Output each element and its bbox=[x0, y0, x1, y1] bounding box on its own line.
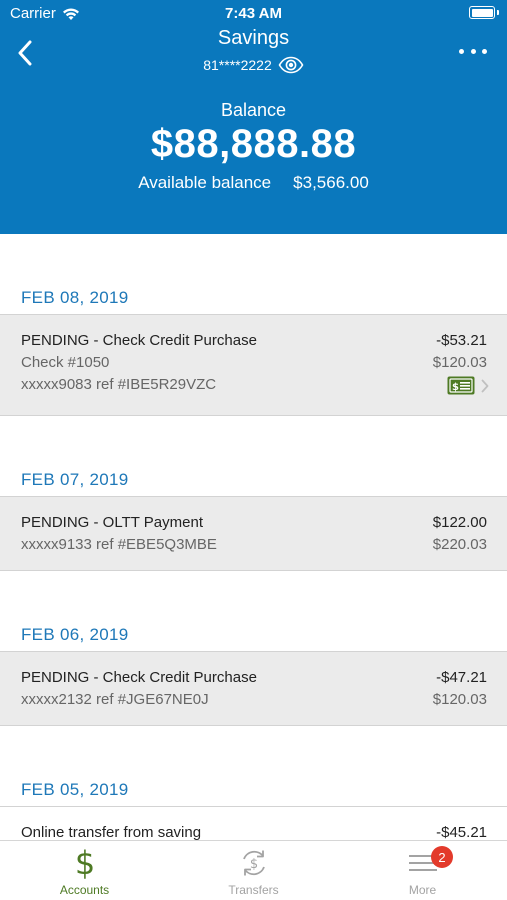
tab-more[interactable]: 2 More bbox=[338, 841, 507, 900]
transaction-check-number: Check #1050 bbox=[21, 354, 110, 371]
transaction-description: PENDING - Check Credit Purchase bbox=[21, 332, 257, 349]
tab-label: More bbox=[408, 883, 437, 897]
svg-text:$: $ bbox=[74, 847, 94, 879]
date-header: FEB 07, 2019 bbox=[21, 470, 129, 489]
toggle-visibility-button[interactable] bbox=[278, 56, 304, 74]
account-number: 81****2222 bbox=[203, 57, 272, 73]
status-time: 7:43 AM bbox=[225, 5, 282, 22]
transfer-icon: $ bbox=[242, 850, 265, 876]
transaction-list[interactable]: FEB 08, 2019 PENDING - Check Credit Purc… bbox=[0, 234, 507, 840]
date-header: FEB 08, 2019 bbox=[21, 288, 129, 307]
transaction-running-balance: $120.03 bbox=[432, 354, 487, 371]
available-balance-amount: $3,566.00 bbox=[293, 173, 369, 192]
date-header: FEB 06, 2019 bbox=[21, 625, 129, 644]
tab-transfers[interactable]: $ Transfers bbox=[169, 841, 338, 900]
transaction-description: Online transfer from saving bbox=[21, 824, 202, 840]
account-number-row: 81****2222 bbox=[0, 56, 507, 74]
svg-text:$: $ bbox=[249, 857, 257, 872]
date-group: FEB 07, 2019 PENDING - OLTT Payment $122… bbox=[0, 416, 507, 571]
more-dot-icon bbox=[459, 48, 464, 54]
battery-icon bbox=[469, 6, 499, 19]
tab-bar: $ Accounts $ Transfers 2 More bbox=[0, 840, 507, 900]
transaction-running-balance: $120.03 bbox=[432, 691, 487, 708]
transaction-row[interactable]: PENDING - Check Credit Purchase -$53.21 … bbox=[0, 314, 507, 416]
transaction-reference: xxxxx9133 ref #EBE5Q3MBE bbox=[21, 536, 217, 553]
page-title: Savings bbox=[217, 27, 290, 49]
status-bar: Carrier 7:43 AM bbox=[0, 0, 507, 28]
notification-badge: 2 bbox=[431, 846, 453, 868]
tab-label: Transfers bbox=[228, 883, 279, 897]
more-dot-icon bbox=[470, 48, 476, 54]
dollar-icon: $ bbox=[74, 847, 94, 879]
balance-label: Balance bbox=[220, 100, 287, 120]
chevron-right-icon bbox=[481, 379, 489, 392]
transaction-running-balance: $220.03 bbox=[432, 536, 487, 553]
balance-amount: $88,888.88 bbox=[150, 122, 357, 166]
transaction-description: PENDING - Check Credit Purchase bbox=[21, 669, 257, 686]
date-group: FEB 06, 2019 PENDING - Check Credit Purc… bbox=[0, 571, 507, 726]
transaction-amount: -$47.21 bbox=[436, 669, 487, 686]
transaction-row[interactable]: PENDING - OLTT Payment $122.00 xxxxx9133… bbox=[0, 496, 507, 571]
transaction-icons: $ bbox=[447, 376, 489, 395]
transaction-amount: -$45.21 bbox=[436, 824, 487, 840]
check-image-icon[interactable]: $ bbox=[447, 376, 475, 395]
transaction-description: PENDING - OLTT Payment bbox=[21, 514, 203, 531]
more-options-button[interactable] bbox=[459, 44, 487, 58]
available-balance-row: Available balance $3,566.00 bbox=[0, 173, 507, 193]
account-header: Carrier 7:43 AM Savings 81****2222 Balan… bbox=[0, 0, 507, 234]
svg-text:$: $ bbox=[452, 382, 459, 393]
transaction-reference: xxxxx9083 ref #IBE5R29VZC bbox=[21, 376, 217, 393]
transaction-amount: -$53.21 bbox=[436, 332, 487, 349]
tab-accounts[interactable]: $ Accounts bbox=[0, 841, 169, 900]
date-group: FEB 08, 2019 PENDING - Check Credit Purc… bbox=[0, 234, 507, 416]
transaction-amount: $122.00 bbox=[432, 514, 487, 531]
more-dot-icon bbox=[482, 48, 487, 54]
eye-icon bbox=[278, 56, 304, 74]
transaction-reference: xxxxx2132 ref #JGE67NE0J bbox=[21, 691, 209, 708]
screen: Carrier 7:43 AM Savings 81****2222 Balan… bbox=[0, 0, 507, 900]
transaction-row[interactable]: PENDING - Check Credit Purchase -$47.21 … bbox=[0, 651, 507, 726]
tab-label: Accounts bbox=[59, 883, 110, 897]
date-group: FEB 05, 2019 Online transfer from saving… bbox=[0, 726, 507, 840]
transaction-row[interactable]: Online transfer from saving -$45.21 bbox=[0, 806, 507, 840]
date-header: FEB 05, 2019 bbox=[21, 780, 129, 799]
available-balance-label: Available balance bbox=[138, 173, 272, 192]
